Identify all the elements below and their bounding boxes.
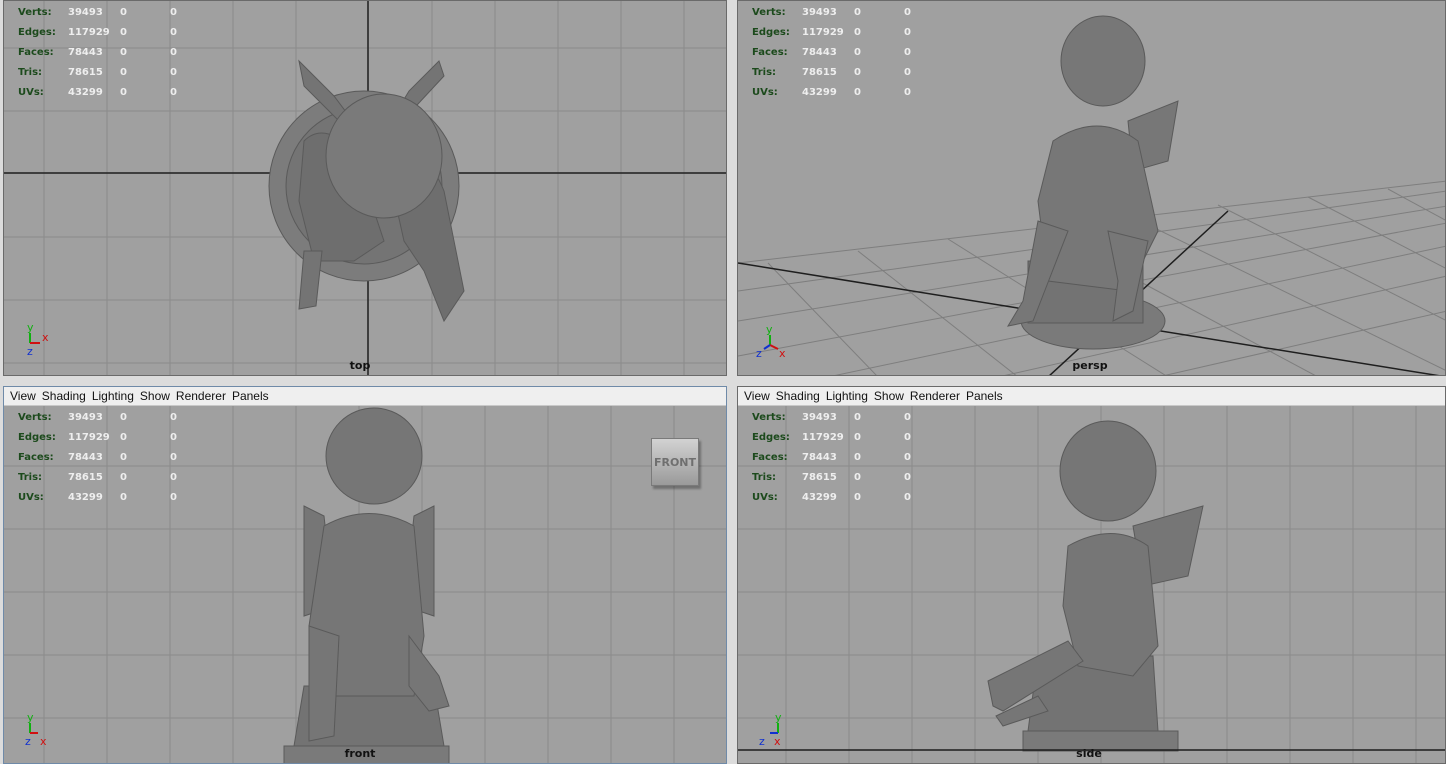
statue-front-view	[283, 407, 450, 763]
front-viewport[interactable]: View Shading Lighting Show Renderer Pane…	[3, 386, 727, 764]
axis-gizmo-icon: y x z	[27, 323, 49, 358]
menu-show[interactable]: Show	[140, 389, 170, 403]
panel-menubar: View Shading Lighting Show Renderer Pane…	[4, 387, 726, 406]
statue-top-view	[268, 59, 465, 323]
svg-text:z: z	[759, 735, 765, 748]
axis-gizmo-icon: y x z	[756, 323, 786, 360]
camera-label-persp: persp	[1072, 359, 1108, 372]
view-cube-front[interactable]: FRONT	[651, 438, 699, 486]
poly-count-hud: Verts: 39493 0 0 Edges: 117929 0 0 Faces: 78443…	[752, 412, 911, 503]
menu-renderer[interactable]: Renderer	[176, 389, 226, 403]
svg-text:z: z	[27, 345, 33, 358]
menu-renderer[interactable]: Renderer	[910, 389, 960, 403]
axis-gizmo-icon: y z x	[759, 711, 782, 748]
svg-text:y: y	[27, 711, 34, 724]
svg-text:y: y	[775, 711, 782, 724]
svg-text:z: z	[756, 347, 762, 360]
poly-count-hud: Verts: 39493 0 0 Edges: 117929 0 0 Faces: 78443…	[752, 7, 911, 98]
menu-lighting[interactable]: Lighting	[92, 389, 134, 403]
menu-view[interactable]: View	[744, 389, 770, 403]
camera-label-top: top	[349, 359, 371, 372]
menu-shading[interactable]: Shading	[776, 389, 820, 403]
menu-show[interactable]: Show	[874, 389, 904, 403]
svg-text:x: x	[779, 347, 786, 360]
menu-shading[interactable]: Shading	[42, 389, 86, 403]
svg-text:x: x	[42, 331, 49, 344]
camera-label-side: side	[1076, 747, 1102, 760]
side-viewport[interactable]: View Shading Lighting Show Renderer Pane…	[737, 386, 1446, 764]
svg-text:x: x	[774, 735, 781, 748]
axis-gizmo-icon: y z x	[25, 711, 47, 748]
menu-panels[interactable]: Panels	[966, 389, 1003, 403]
panel-menubar: View Shading Lighting Show Renderer Pane…	[738, 387, 1445, 406]
menu-view[interactable]: View	[10, 389, 36, 403]
poly-count-hud: Verts: 39493 0 0 Edges: 117929 0 0 Faces: 78443…	[18, 7, 177, 98]
statue-persp-view	[1006, 15, 1179, 350]
top-viewport[interactable]: Verts: 39493 0 0 Edges: 117929 0 0 Faces: 78443…	[3, 0, 727, 376]
svg-text:z: z	[25, 735, 31, 748]
statue-side-view	[987, 420, 1204, 752]
menu-lighting[interactable]: Lighting	[826, 389, 868, 403]
camera-label-front: front	[344, 747, 376, 760]
svg-text:y: y	[766, 323, 773, 336]
persp-viewport[interactable]: Verts: 39493 0 0 Edges: 117929 0 0 Faces: 78443…	[737, 0, 1446, 376]
poly-count-hud: Verts: 39493 0 0 Edges: 117929 0 0 Faces: 78443…	[18, 412, 177, 503]
svg-text:y: y	[27, 323, 34, 334]
svg-text:x: x	[40, 735, 47, 748]
menu-panels[interactable]: Panels	[232, 389, 269, 403]
